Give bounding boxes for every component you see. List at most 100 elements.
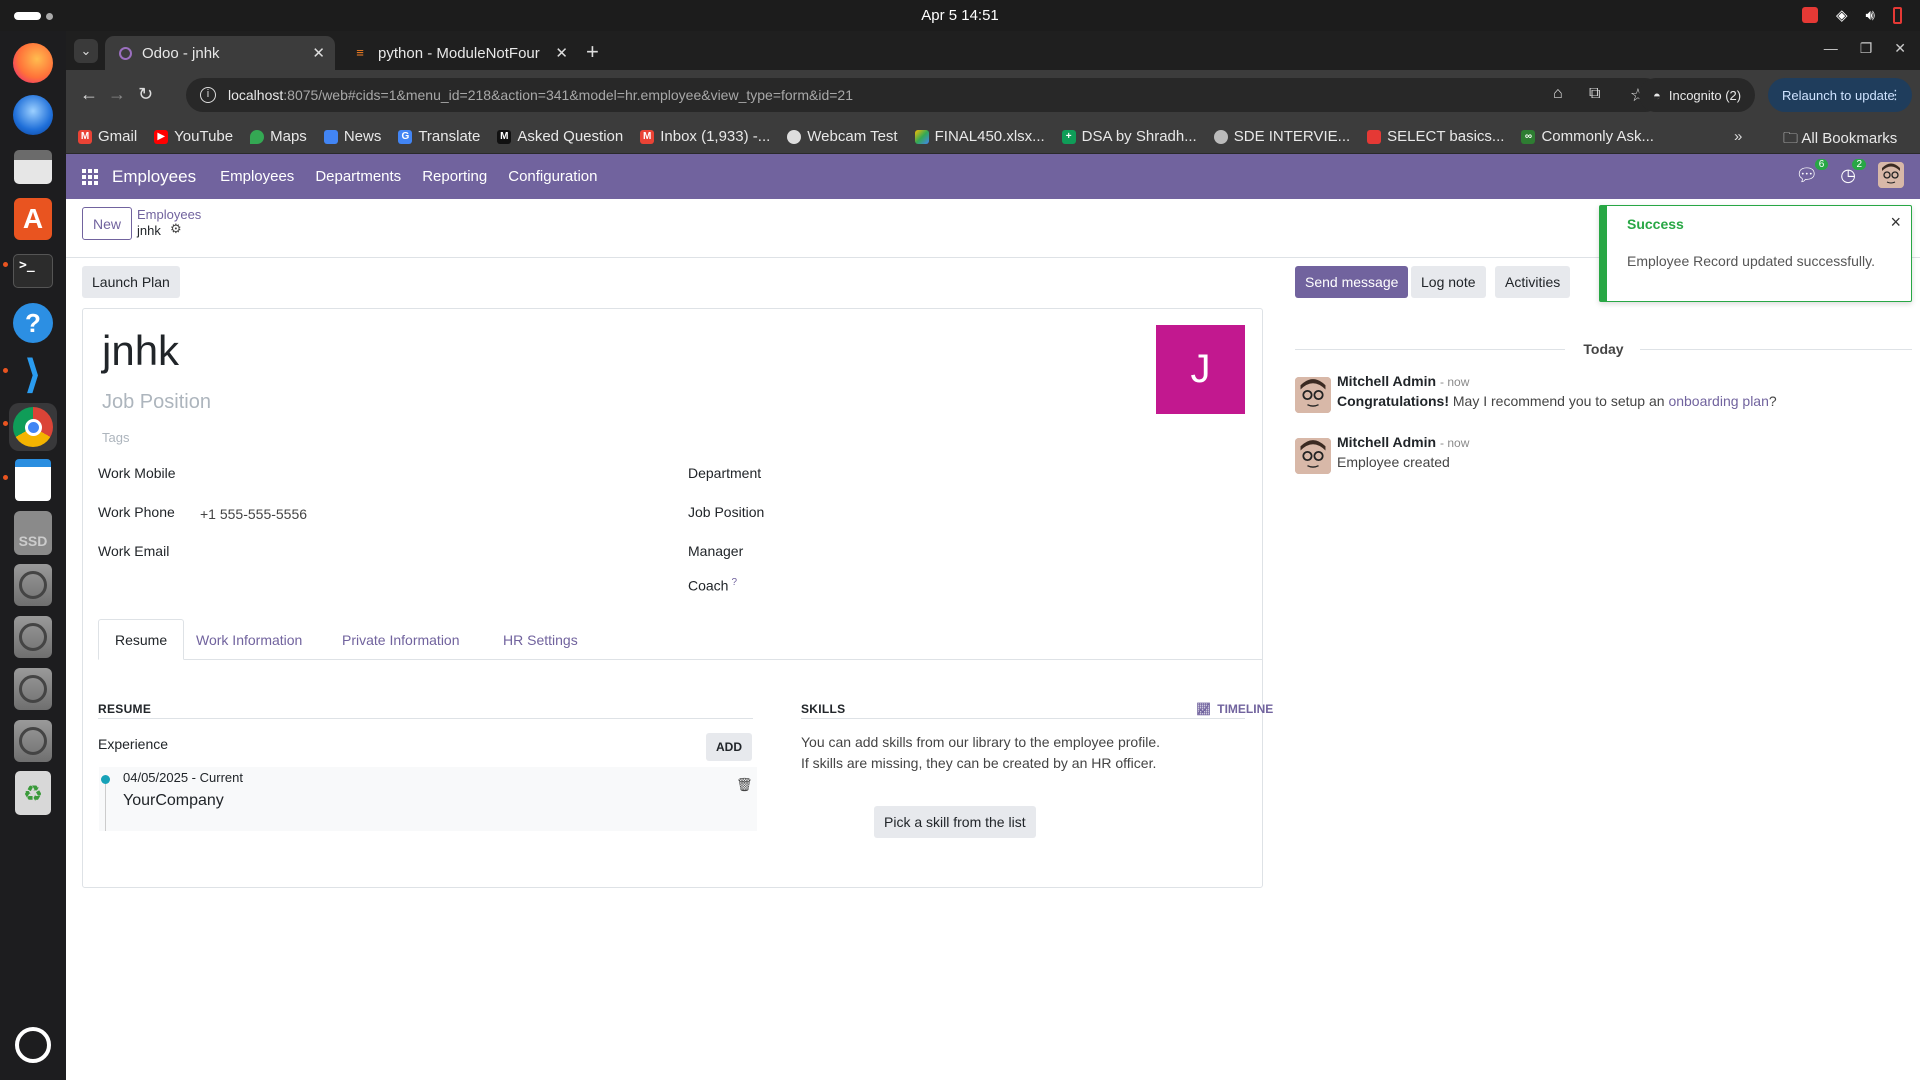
firefox-icon[interactable] (9, 39, 57, 87)
author-avatar[interactable] (1295, 438, 1331, 474)
forward-icon[interactable]: → (108, 84, 126, 105)
job-title-field[interactable]: Job Position (102, 391, 211, 414)
screen-share-icon[interactable] (1802, 7, 1818, 23)
bookmark-inbox[interactable]: M Inbox (1,933) -... (640, 128, 770, 145)
bookmark-webcam-test[interactable]: Webcam Test (787, 128, 898, 145)
ssd-drive-icon[interactable]: SSD (9, 509, 57, 557)
bookmark-maps[interactable]: Maps (250, 128, 307, 145)
bookmark-asked-question[interactable]: M Asked Question (497, 128, 623, 145)
vscode-icon[interactable]: ⟩ (9, 351, 57, 399)
employee-name-field[interactable]: jnhk (102, 327, 179, 375)
more-bookmarks-icon[interactable]: » (1734, 128, 1742, 145)
browser-tab-active[interactable]: Odoo - jnhk ✕ (105, 36, 335, 70)
disk-drive-icon[interactable] (9, 717, 57, 765)
tags-field[interactable]: Tags (102, 430, 129, 445)
files-icon[interactable] (9, 143, 57, 191)
bookmark-select-basics[interactable]: SELECT basics... (1367, 128, 1504, 145)
tab-title: python - ModuleNotFour (378, 44, 540, 62)
minimize-icon[interactable]: — (1824, 40, 1838, 57)
menu-employees[interactable]: Employees (220, 168, 294, 185)
window-controls: — ❐ ✕ (1824, 40, 1906, 57)
chrome-icon[interactable] (9, 403, 57, 451)
work-phone-field[interactable]: +1 555-555-5556 (200, 506, 307, 522)
url-text[interactable]: localhost:8075/web#cids=1&menu_id=218&ac… (228, 87, 853, 103)
pick-skill-button[interactable]: Pick a skill from the list (874, 806, 1036, 838)
activities-button[interactable]: Activities (1495, 266, 1571, 298)
app-center-icon[interactable]: A (9, 195, 57, 243)
onboarding-plan-link[interactable]: onboarding plan (1668, 393, 1768, 409)
message-body: Congratulations! May I recommend you to … (1337, 393, 1777, 409)
address-bar[interactable]: i localhost:8075/web#cids=1&menu_id=218&… (186, 78, 1662, 112)
menu-departments[interactable]: Departments (315, 168, 401, 185)
volume-icon[interactable]: 🔊︎ (1866, 7, 1875, 24)
show-apps-icon[interactable] (9, 1021, 57, 1069)
add-resume-line-button[interactable]: ADD (706, 733, 752, 761)
tab-resume[interactable]: Resume (98, 619, 185, 660)
tab-private-information[interactable]: Private Information (326, 619, 476, 660)
tab-work-information[interactable]: Work Information (180, 619, 318, 660)
trash-icon[interactable]: 🗑︎ (736, 777, 753, 793)
battery-icon[interactable] (1893, 6, 1902, 24)
trash-icon[interactable]: ♻ (9, 769, 57, 817)
system-tray[interactable]: ◈ 🔊︎ (1802, 6, 1902, 24)
back-icon[interactable]: ← (80, 84, 98, 105)
message-body: Employee created (1337, 454, 1450, 470)
breadcrumb-employees[interactable]: Employees (137, 207, 201, 222)
thunderbird-icon[interactable] (9, 91, 57, 139)
tab-hr-settings[interactable]: HR Settings (487, 619, 594, 660)
bookmark-youtube[interactable]: ▶ YouTube (154, 128, 233, 145)
new-tab-icon[interactable]: + (586, 39, 599, 65)
disk-drive-icon[interactable] (9, 561, 57, 609)
browser-tab[interactable]: ≡ python - ModuleNotFour ✕ (338, 36, 578, 70)
close-tab-icon[interactable]: ✕ (555, 44, 568, 62)
new-button[interactable]: New (82, 207, 133, 240)
discuss-icon[interactable]: 💬︎ 6 (1795, 158, 1829, 186)
bookmark-gmail[interactable]: M Gmail (78, 128, 137, 145)
bookmarks-bar: M Gmail ▶ YouTube Maps News G Translate M As… (66, 120, 1920, 154)
relaunch-button[interactable]: Relaunch to update ⋮ (1768, 78, 1912, 112)
disk-drive-icon[interactable] (9, 665, 57, 713)
close-tab-icon[interactable]: ✕ (312, 44, 325, 62)
message-author[interactable]: Mitchell Admin - now (1337, 434, 1469, 450)
reload-icon[interactable]: ↻ (138, 84, 153, 105)
menu-reporting[interactable]: Reporting (422, 168, 487, 185)
send-message-button[interactable]: Send message (1295, 266, 1409, 298)
bookmark-final450[interactable]: FINAL450.xlsx... (914, 128, 1045, 145)
employee-avatar[interactable]: J (1156, 325, 1245, 414)
bookmark-commonly-ask[interactable]: ∞ Commonly Ask... (1521, 128, 1654, 145)
launch-plan-button[interactable]: Launch Plan (82, 266, 180, 298)
bookmark-dsa[interactable]: + DSA by Shradh... (1061, 128, 1197, 145)
timeline-button[interactable]: 📈︎ TIMELINE (1196, 702, 1273, 716)
relaunch-label: Relaunch to update (1782, 87, 1895, 103)
system-clock[interactable]: Apr 5 14:51 (0, 7, 1920, 24)
bookmark-news[interactable]: News (323, 128, 381, 145)
help-tooltip-icon[interactable]: ? (731, 577, 737, 588)
help-icon[interactable]: ? (9, 299, 57, 347)
wifi-icon[interactable]: ◈ (1836, 6, 1848, 24)
restore-icon[interactable]: ❐ (1860, 40, 1873, 57)
app-brand[interactable]: Employees (112, 167, 196, 187)
bookmark-sde-interview[interactable]: SDE INTERVIE... (1213, 128, 1350, 145)
close-icon[interactable]: × (1890, 212, 1901, 233)
author-avatar[interactable] (1295, 377, 1331, 413)
message-author[interactable]: Mitchell Admin - now (1337, 373, 1469, 389)
extensions-icon[interactable]: ⧉ (1589, 85, 1600, 103)
form-notebook-tabs: Resume Work Information Private Informat… (98, 619, 1262, 660)
site-info-icon[interactable]: i (200, 87, 216, 103)
menu-configuration[interactable]: Configuration (508, 168, 597, 185)
close-window-icon[interactable]: ✕ (1894, 40, 1906, 57)
incognito-extension-icon[interactable]: ⌂ (1553, 85, 1563, 103)
apps-menu-icon[interactable] (82, 168, 98, 185)
tab-search-icon[interactable]: ⌄ (74, 39, 98, 63)
log-note-button[interactable]: Log note (1411, 266, 1486, 298)
terminal-icon[interactable]: >_ (9, 247, 57, 295)
bookmark-translate[interactable]: G Translate (398, 128, 480, 145)
user-avatar[interactable] (1878, 162, 1904, 188)
incognito-indicator[interactable]: ◓ Incognito (2) (1639, 78, 1756, 112)
text-editor-icon[interactable] (9, 456, 57, 504)
all-bookmarks[interactable]: 🗀 All Bookmarks (1783, 128, 1897, 153)
gear-icon[interactable]: ⚙ (170, 221, 182, 237)
activity-clock-icon[interactable]: ◷ 2 (1840, 158, 1866, 186)
resume-line[interactable]: 04/05/2025 - Current YourCompany 🗑︎ (99, 767, 757, 831)
disk-drive-icon[interactable] (9, 613, 57, 661)
